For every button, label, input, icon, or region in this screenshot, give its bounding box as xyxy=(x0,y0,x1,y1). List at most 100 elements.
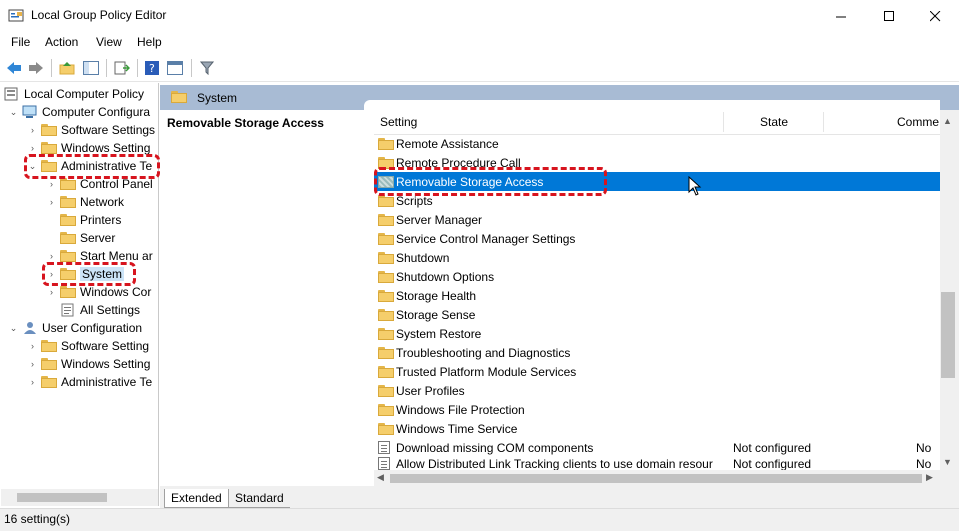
table-row[interactable]: User Profiles xyxy=(374,381,940,400)
scroll-up-icon[interactable]: ▲ xyxy=(943,116,952,126)
properties-icon[interactable] xyxy=(165,58,185,78)
table-row[interactable]: Allow Distributed Link Tracking clients … xyxy=(374,457,940,471)
tree-item-system[interactable]: › System xyxy=(46,265,125,283)
chevron-right-icon[interactable]: › xyxy=(27,373,38,391)
folder-icon xyxy=(378,308,394,321)
tree-item-printers[interactable]: Printers xyxy=(46,211,121,229)
tree-item-cc-software-settings[interactable]: › Software Settings xyxy=(27,121,155,139)
help-icon[interactable]: ? xyxy=(142,58,162,78)
tree-item-computer-configuration[interactable]: ⌄ Computer Configura xyxy=(8,103,150,121)
folder-icon xyxy=(378,251,394,264)
folder-icon xyxy=(378,403,394,416)
menu-view[interactable]: View xyxy=(96,35,122,49)
tree-item-local-computer-policy[interactable]: Local Computer Policy xyxy=(4,85,144,103)
tree-item-windows-components[interactable]: › Windows Cor xyxy=(46,283,151,301)
chevron-right-icon[interactable]: › xyxy=(27,121,38,139)
chevron-down-icon[interactable]: ⌄ xyxy=(27,157,38,175)
row-name: Remote Assistance xyxy=(396,136,499,151)
tab-standard[interactable]: Standard xyxy=(229,489,290,508)
chevron-right-icon[interactable]: › xyxy=(27,139,38,157)
tree-item-network[interactable]: › Network xyxy=(46,193,124,211)
tree-label: User Configuration xyxy=(42,321,143,335)
folder-icon xyxy=(378,232,394,245)
chevron-right-icon[interactable]: › xyxy=(46,175,57,193)
column-comment[interactable]: Comme xyxy=(897,115,939,129)
table-row[interactable]: Scripts xyxy=(374,191,940,210)
all-settings-icon xyxy=(61,303,74,317)
row-name: Storage Sense xyxy=(396,307,476,322)
export-list-icon[interactable] xyxy=(112,58,132,78)
scroll-right-icon[interactable]: ▶ xyxy=(926,472,933,483)
column-setting[interactable]: Setting xyxy=(380,115,417,129)
tree-item-uc-windows-settings[interactable]: › Windows Setting xyxy=(27,355,150,373)
table-row[interactable]: Troubleshooting and Diagnostics xyxy=(374,343,940,362)
tab-extended[interactable]: Extended xyxy=(164,489,229,508)
chevron-right-icon[interactable]: › xyxy=(46,193,57,211)
user-icon xyxy=(24,322,36,334)
up-folder-icon[interactable] xyxy=(57,58,77,78)
table-row[interactable]: Shutdown Options xyxy=(374,267,940,286)
filter-icon[interactable] xyxy=(197,58,217,78)
table-row[interactable]: Windows File Protection xyxy=(374,400,940,419)
vertical-scroll-thumb[interactable] xyxy=(941,292,955,378)
chevron-right-icon[interactable]: › xyxy=(27,337,38,355)
chevron-right-icon[interactable]: › xyxy=(27,355,38,373)
folder-icon xyxy=(41,160,57,172)
row-state: Not configured xyxy=(733,457,812,471)
chevron-down-icon[interactable]: ⌄ xyxy=(8,319,19,337)
chevron-right-icon[interactable]: › xyxy=(46,283,57,301)
table-row[interactable]: Server Manager xyxy=(374,210,940,229)
minimize-button[interactable] xyxy=(818,0,864,32)
tree-item-uc-administrative-templates[interactable]: › Administrative Te xyxy=(27,373,152,391)
tree-item-uc-software-settings[interactable]: › Software Setting xyxy=(27,337,149,355)
table-row[interactable]: System Restore xyxy=(374,324,940,343)
folder-icon xyxy=(378,327,394,340)
folder-icon xyxy=(60,232,76,244)
table-row[interactable]: Remote Assistance xyxy=(374,134,940,153)
horizontal-scroll-thumb[interactable] xyxy=(390,474,922,483)
forward-arrow-icon[interactable] xyxy=(26,58,46,78)
table-row[interactable]: Remote Procedure Call xyxy=(374,153,940,172)
table-row[interactable]: Storage Health xyxy=(374,286,940,305)
tree-item-server[interactable]: Server xyxy=(46,229,115,247)
tree-item-user-configuration[interactable]: ⌄ User Configuration xyxy=(8,319,142,337)
folder-icon xyxy=(60,178,76,190)
table-row[interactable]: Windows Time Service xyxy=(374,419,940,438)
folder-icon xyxy=(41,340,57,352)
table-row[interactable]: Storage Sense xyxy=(374,305,940,324)
show-hide-tree-icon[interactable] xyxy=(81,58,101,78)
menu-file[interactable]: File xyxy=(11,35,30,49)
maximize-button[interactable] xyxy=(866,0,912,32)
tree-item-all-settings[interactable]: All Settings xyxy=(46,301,140,319)
scroll-left-icon[interactable]: ◀ xyxy=(377,472,384,483)
tree-item-cc-administrative-templates[interactable]: ⌄ Administrative Te xyxy=(27,157,152,175)
menu-action[interactable]: Action xyxy=(45,35,78,49)
tree-label: Administrative Te xyxy=(61,159,153,173)
table-row[interactable]: Service Control Manager Settings xyxy=(374,229,940,248)
chevron-right-icon[interactable]: › xyxy=(46,247,57,265)
folder-icon xyxy=(378,422,394,435)
folder-icon xyxy=(41,142,57,154)
tree-label: Administrative Te xyxy=(61,375,153,389)
column-state[interactable]: State xyxy=(760,115,788,129)
tree-horizontal-scrollbar[interactable] xyxy=(1,489,158,506)
chevron-right-icon[interactable]: › xyxy=(46,265,57,283)
table-row[interactable]: Download missing COM components Not confi… xyxy=(374,438,940,457)
tree-item-cc-windows-settings[interactable]: › Windows Setting xyxy=(27,139,150,157)
folder-icon xyxy=(378,194,394,207)
back-arrow-icon[interactable] xyxy=(4,58,24,78)
folder-icon xyxy=(60,250,76,262)
close-button[interactable] xyxy=(912,0,958,32)
table-row[interactable]: Shutdown xyxy=(374,248,940,267)
tree-label: Windows Setting xyxy=(61,357,151,371)
folder-icon xyxy=(378,213,394,226)
scroll-down-icon[interactable]: ▼ xyxy=(943,457,952,467)
tree-label: Printers xyxy=(80,213,122,227)
tree-item-control-panel[interactable]: › Control Panel xyxy=(46,175,153,193)
tree-item-start-menu[interactable]: › Start Menu ar xyxy=(46,247,153,265)
row-name: Trusted Platform Module Services xyxy=(396,364,577,379)
chevron-down-icon[interactable]: ⌄ xyxy=(8,103,19,121)
menu-help[interactable]: Help xyxy=(137,35,162,49)
table-row[interactable]: Removable Storage Access xyxy=(374,172,940,191)
table-row[interactable]: Trusted Platform Module Services xyxy=(374,362,940,381)
